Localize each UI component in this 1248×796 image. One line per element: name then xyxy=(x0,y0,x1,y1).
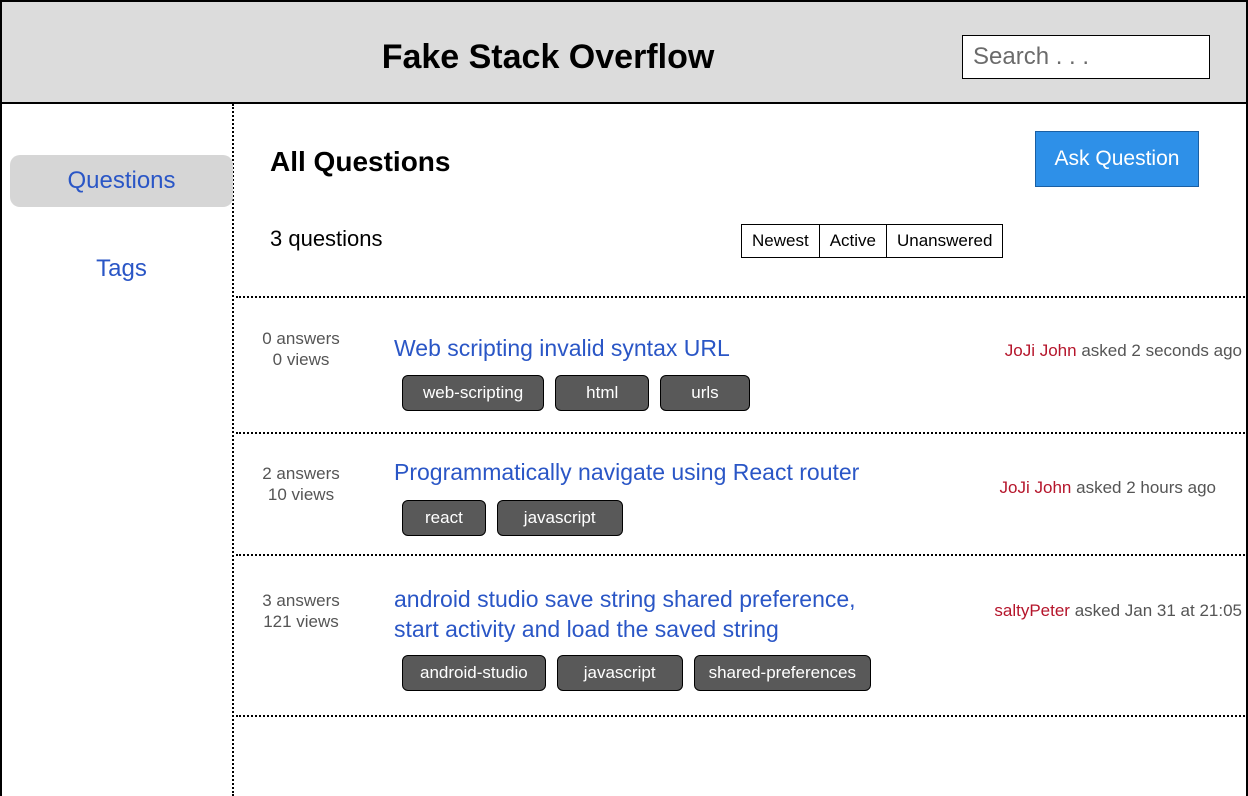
question-divider xyxy=(236,554,1248,556)
top-banner: Fake Stack Overflow xyxy=(0,0,1248,104)
page-title: All Questions xyxy=(270,146,451,177)
search-input[interactable] xyxy=(962,35,1210,79)
question-title-line: start activity and load the saved string xyxy=(394,616,779,642)
tag-button[interactable]: react xyxy=(402,500,486,536)
question-divider xyxy=(236,432,1248,434)
tag-button[interactable]: javascript xyxy=(496,500,623,536)
answer-count: 3 answers xyxy=(262,591,340,610)
ask-question-button[interactable]: Ask Question xyxy=(1035,131,1199,187)
sidebar: Questions Tags xyxy=(0,104,234,796)
question-divider xyxy=(236,296,1248,298)
question-title-line: Programmatically navigate using React ro… xyxy=(394,459,860,485)
view-count: 0 views xyxy=(272,350,330,369)
question-stats: 2 answers 10 views xyxy=(236,463,366,505)
question-meta: JoJi John asked 2 hours ago xyxy=(1000,478,1216,498)
sort-unanswered-button[interactable]: Unanswered xyxy=(886,225,1003,257)
tag-button[interactable]: urls xyxy=(660,375,750,411)
tag-button[interactable]: javascript xyxy=(556,655,683,691)
question-count: 3 questions xyxy=(270,226,383,251)
question-title-line: Web scripting invalid syntax URL xyxy=(394,335,730,361)
author-link[interactable]: JoJi John xyxy=(1005,341,1077,360)
question-tag-list: web-scripting html urls xyxy=(402,375,750,411)
question-title-link[interactable]: Programmatically navigate using React ro… xyxy=(394,457,859,487)
question-divider xyxy=(236,715,1248,717)
question-title-link[interactable]: Web scripting invalid syntax URL xyxy=(394,333,730,363)
main-content: All Questions Ask Question 3 questions N… xyxy=(236,104,1248,796)
asked-time: asked 2 hours ago xyxy=(1076,478,1216,497)
asked-time: asked Jan 31 at 21:05 xyxy=(1074,601,1242,620)
question-tag-list: react javascript xyxy=(402,500,623,536)
author-link[interactable]: saltyPeter xyxy=(994,601,1070,620)
question-title-line: android studio save string shared prefer… xyxy=(394,586,856,612)
answer-count: 2 answers xyxy=(262,464,340,483)
asked-time: asked 2 seconds ago xyxy=(1081,341,1242,360)
sort-button-group: Newest Active Unanswered xyxy=(741,224,1004,258)
tag-button[interactable]: html xyxy=(555,375,650,411)
tag-button[interactable]: web-scripting xyxy=(402,375,545,411)
view-count: 10 views xyxy=(267,485,335,504)
sidebar-item-questions[interactable]: Questions xyxy=(10,155,233,207)
question-stats: 3 answers 121 views xyxy=(236,590,366,632)
question-stats: 0 answers 0 views xyxy=(236,328,366,370)
tag-button[interactable]: shared-preferences xyxy=(693,655,871,691)
tag-button[interactable]: android-studio xyxy=(402,655,546,691)
answer-count: 0 answers xyxy=(262,329,340,348)
view-count: 121 views xyxy=(263,612,339,631)
sort-active-button[interactable]: Active xyxy=(819,225,887,257)
author-link[interactable]: JoJi John xyxy=(1000,478,1072,497)
question-meta: saltyPeter asked Jan 31 at 21:05 xyxy=(994,601,1242,621)
sort-newest-button[interactable]: Newest xyxy=(742,225,820,257)
question-title-link[interactable]: android studio save string shared prefer… xyxy=(394,584,856,644)
question-meta: JoJi John asked 2 seconds ago xyxy=(1005,341,1242,361)
sidebar-item-tags[interactable]: Tags xyxy=(10,243,233,295)
question-tag-list: android-studio javascript shared-prefere… xyxy=(402,655,871,691)
